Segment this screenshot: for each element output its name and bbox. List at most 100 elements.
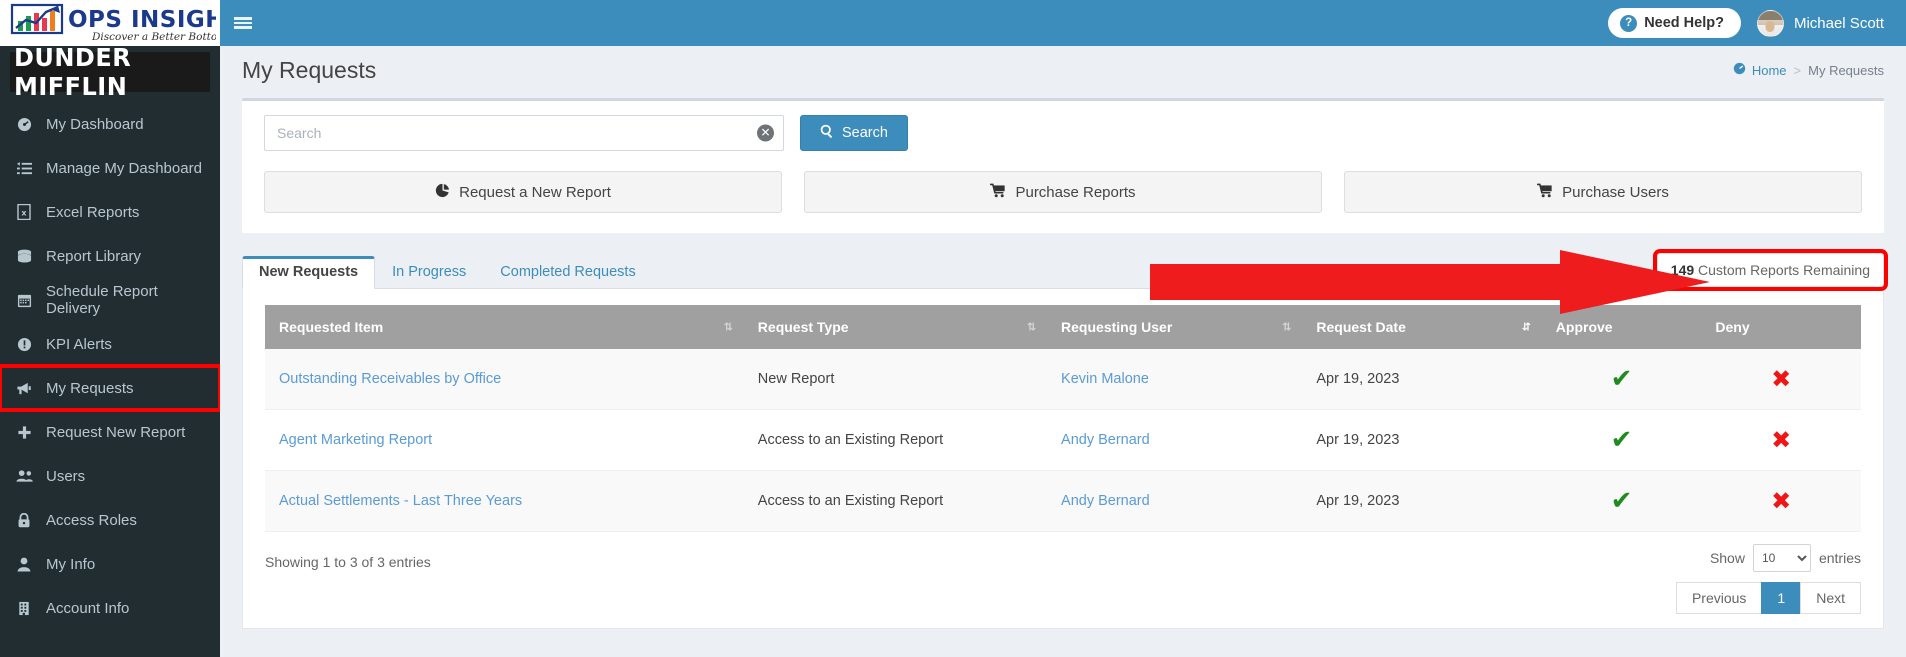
sort-icon: ⇅	[1282, 322, 1290, 333]
shopping-cart-icon	[990, 183, 1006, 202]
cell-request-date: Apr 19, 2023	[1302, 349, 1541, 410]
requested-item-link[interactable]: Agent Marketing Report	[279, 432, 432, 448]
column-label: Request Type	[758, 319, 849, 335]
check-icon[interactable]: ✔	[1611, 486, 1633, 516]
cell-approve: ✔	[1542, 471, 1702, 532]
sidebar-item-label: KPI Alerts	[46, 336, 112, 353]
excel-file-icon: x	[14, 204, 34, 220]
clear-circle-icon[interactable]: ✕	[757, 125, 774, 142]
tab-completed-requests[interactable]: Completed Requests	[483, 256, 652, 289]
sidebar-item-excel-reports[interactable]: x Excel Reports	[0, 190, 220, 234]
action-button-label: Purchase Reports	[1015, 184, 1135, 201]
table-header-row: Requested Item ⇅ Request Type ⇅ Requesti…	[265, 305, 1861, 349]
check-icon[interactable]: ✔	[1611, 425, 1633, 455]
sidebar-item-label: Account Info	[46, 600, 129, 617]
column-label: Requesting User	[1061, 319, 1172, 335]
column-header-requesting-user[interactable]: Requesting User ⇅	[1047, 305, 1302, 349]
exclamation-circle-icon	[14, 337, 34, 352]
cell-request-date: Apr 19, 2023	[1302, 410, 1541, 471]
dashboard-icon	[1733, 62, 1746, 78]
page-header: My Requests Home > My Requests	[220, 46, 1906, 94]
sidebar-item-account-info[interactable]: Account Info	[0, 586, 220, 630]
column-label: Deny	[1715, 319, 1749, 335]
requesting-user-link[interactable]: Kevin Malone	[1061, 371, 1149, 387]
database-icon	[14, 249, 34, 264]
bullhorn-icon	[14, 381, 34, 396]
search-input[interactable]	[264, 115, 784, 151]
pagination-page-1[interactable]: 1	[1761, 582, 1800, 614]
entries-per-page-select[interactable]: 10 25 50 100	[1753, 544, 1811, 572]
column-label: Request Date	[1316, 319, 1405, 335]
cell-requested-item: Agent Marketing Report	[265, 410, 744, 471]
avatar	[1757, 10, 1784, 37]
cross-icon[interactable]: ✖	[1771, 487, 1791, 515]
cell-approve: ✔	[1542, 349, 1702, 410]
sort-icon: ⇅	[1027, 322, 1035, 333]
sidebar-item-report-library[interactable]: Report Library	[0, 234, 220, 278]
cell-requesting-user: Andy Bernard	[1047, 471, 1302, 532]
pagination-next[interactable]: Next	[1800, 582, 1861, 614]
breadcrumb-home[interactable]: Home	[1733, 62, 1787, 78]
cross-icon[interactable]: ✖	[1771, 365, 1791, 393]
purchase-users-button[interactable]: Purchase Users	[1344, 171, 1862, 213]
sidebar-item-manage-my-dashboard[interactable]: Manage My Dashboard	[0, 146, 220, 190]
cross-icon[interactable]: ✖	[1771, 426, 1791, 454]
cell-requesting-user: Kevin Malone	[1047, 349, 1302, 410]
tab-label: In Progress	[392, 264, 466, 280]
cell-requested-item: Actual Settlements - Last Three Years	[265, 471, 744, 532]
sidebar-item-users[interactable]: Users	[0, 454, 220, 498]
custom-reports-remaining-count: 149	[1671, 262, 1694, 278]
building-icon	[14, 601, 34, 616]
sidebar-item-label: Report Library	[46, 248, 141, 265]
sidebar-item-my-dashboard[interactable]: My Dashboard	[0, 102, 220, 146]
entries-control: Show 10 25 50 100 entries	[1676, 544, 1861, 572]
search-field-wrapper: ✕	[264, 115, 784, 151]
pagination-previous[interactable]: Previous	[1676, 582, 1761, 614]
svg-text:OPS INSIGHTS: OPS INSIGHTS	[68, 7, 216, 33]
sidebar-item-access-roles[interactable]: Access Roles	[0, 498, 220, 542]
top-navbar: ? Need Help? Michael Scott	[220, 0, 1906, 46]
sidebar-item-label: Excel Reports	[46, 204, 139, 221]
column-header-request-type[interactable]: Request Type ⇅	[744, 305, 1047, 349]
column-header-request-date[interactable]: Request Date ⇵	[1302, 305, 1541, 349]
action-button-label: Purchase Users	[1562, 184, 1669, 201]
purchase-reports-button[interactable]: Purchase Reports	[804, 171, 1322, 213]
breadcrumb-home-label: Home	[1752, 63, 1787, 78]
cell-request-date: Apr 19, 2023	[1302, 471, 1541, 532]
hamburger-bar	[234, 26, 252, 29]
sidebar-item-label: My Requests	[46, 380, 134, 397]
hamburger-bar	[234, 17, 252, 20]
sidebar-item-kpi-alerts[interactable]: KPI Alerts	[0, 322, 220, 366]
sidebar-item-my-info[interactable]: My Info	[0, 542, 220, 586]
tab-in-progress[interactable]: In Progress	[375, 256, 483, 289]
cell-deny: ✖	[1701, 471, 1861, 532]
need-help-button[interactable]: ? Need Help?	[1608, 8, 1741, 38]
hamburger-icon[interactable]	[220, 0, 266, 46]
tab-new-requests[interactable]: New Requests	[242, 256, 375, 289]
sidebar-item-schedule-report-delivery[interactable]: Schedule Report Delivery	[0, 278, 220, 322]
column-header-requested-item[interactable]: Requested Item ⇅	[265, 305, 744, 349]
requested-item-link[interactable]: Outstanding Receivables by Office	[279, 371, 501, 387]
tab-label: New Requests	[259, 264, 358, 280]
check-icon[interactable]: ✔	[1611, 364, 1633, 394]
table-footer-right: Show 10 25 50 100 entries Previous 1 Nex…	[1676, 544, 1861, 614]
requested-item-link[interactable]: Actual Settlements - Last Three Years	[279, 493, 522, 509]
app-logo[interactable]: OPS INSIGHTS Discover a Better Bottom Li…	[0, 0, 220, 46]
request-a-new-report-button[interactable]: Request a New Report	[264, 171, 782, 213]
user-menu[interactable]: Michael Scott	[1757, 10, 1884, 37]
cell-requested-item: Outstanding Receivables by Office	[265, 349, 744, 410]
search-button[interactable]: Search	[800, 115, 908, 151]
sidebar-item-label: Request New Report	[46, 424, 185, 441]
hamburger-bar	[234, 22, 252, 25]
table-row: Actual Settlements - Last Three Years Ac…	[265, 471, 1861, 532]
requesting-user-link[interactable]: Andy Bernard	[1061, 432, 1150, 448]
cell-request-type: Access to an Existing Report	[744, 471, 1047, 532]
sidebar-item-request-new-report[interactable]: Request New Report	[0, 410, 220, 454]
ops-insights-logo-icon: OPS INSIGHTS Discover a Better Bottom Li…	[4, 1, 216, 45]
sidebar-nav: My Dashboard Manage My Dashboard x Excel…	[0, 102, 220, 630]
sidebar-item-my-requests[interactable]: My Requests	[0, 366, 220, 410]
dashboard-icon	[14, 117, 34, 132]
svg-text:x: x	[21, 209, 27, 218]
requesting-user-link[interactable]: Andy Bernard	[1061, 493, 1150, 509]
calendar-icon	[14, 293, 34, 308]
